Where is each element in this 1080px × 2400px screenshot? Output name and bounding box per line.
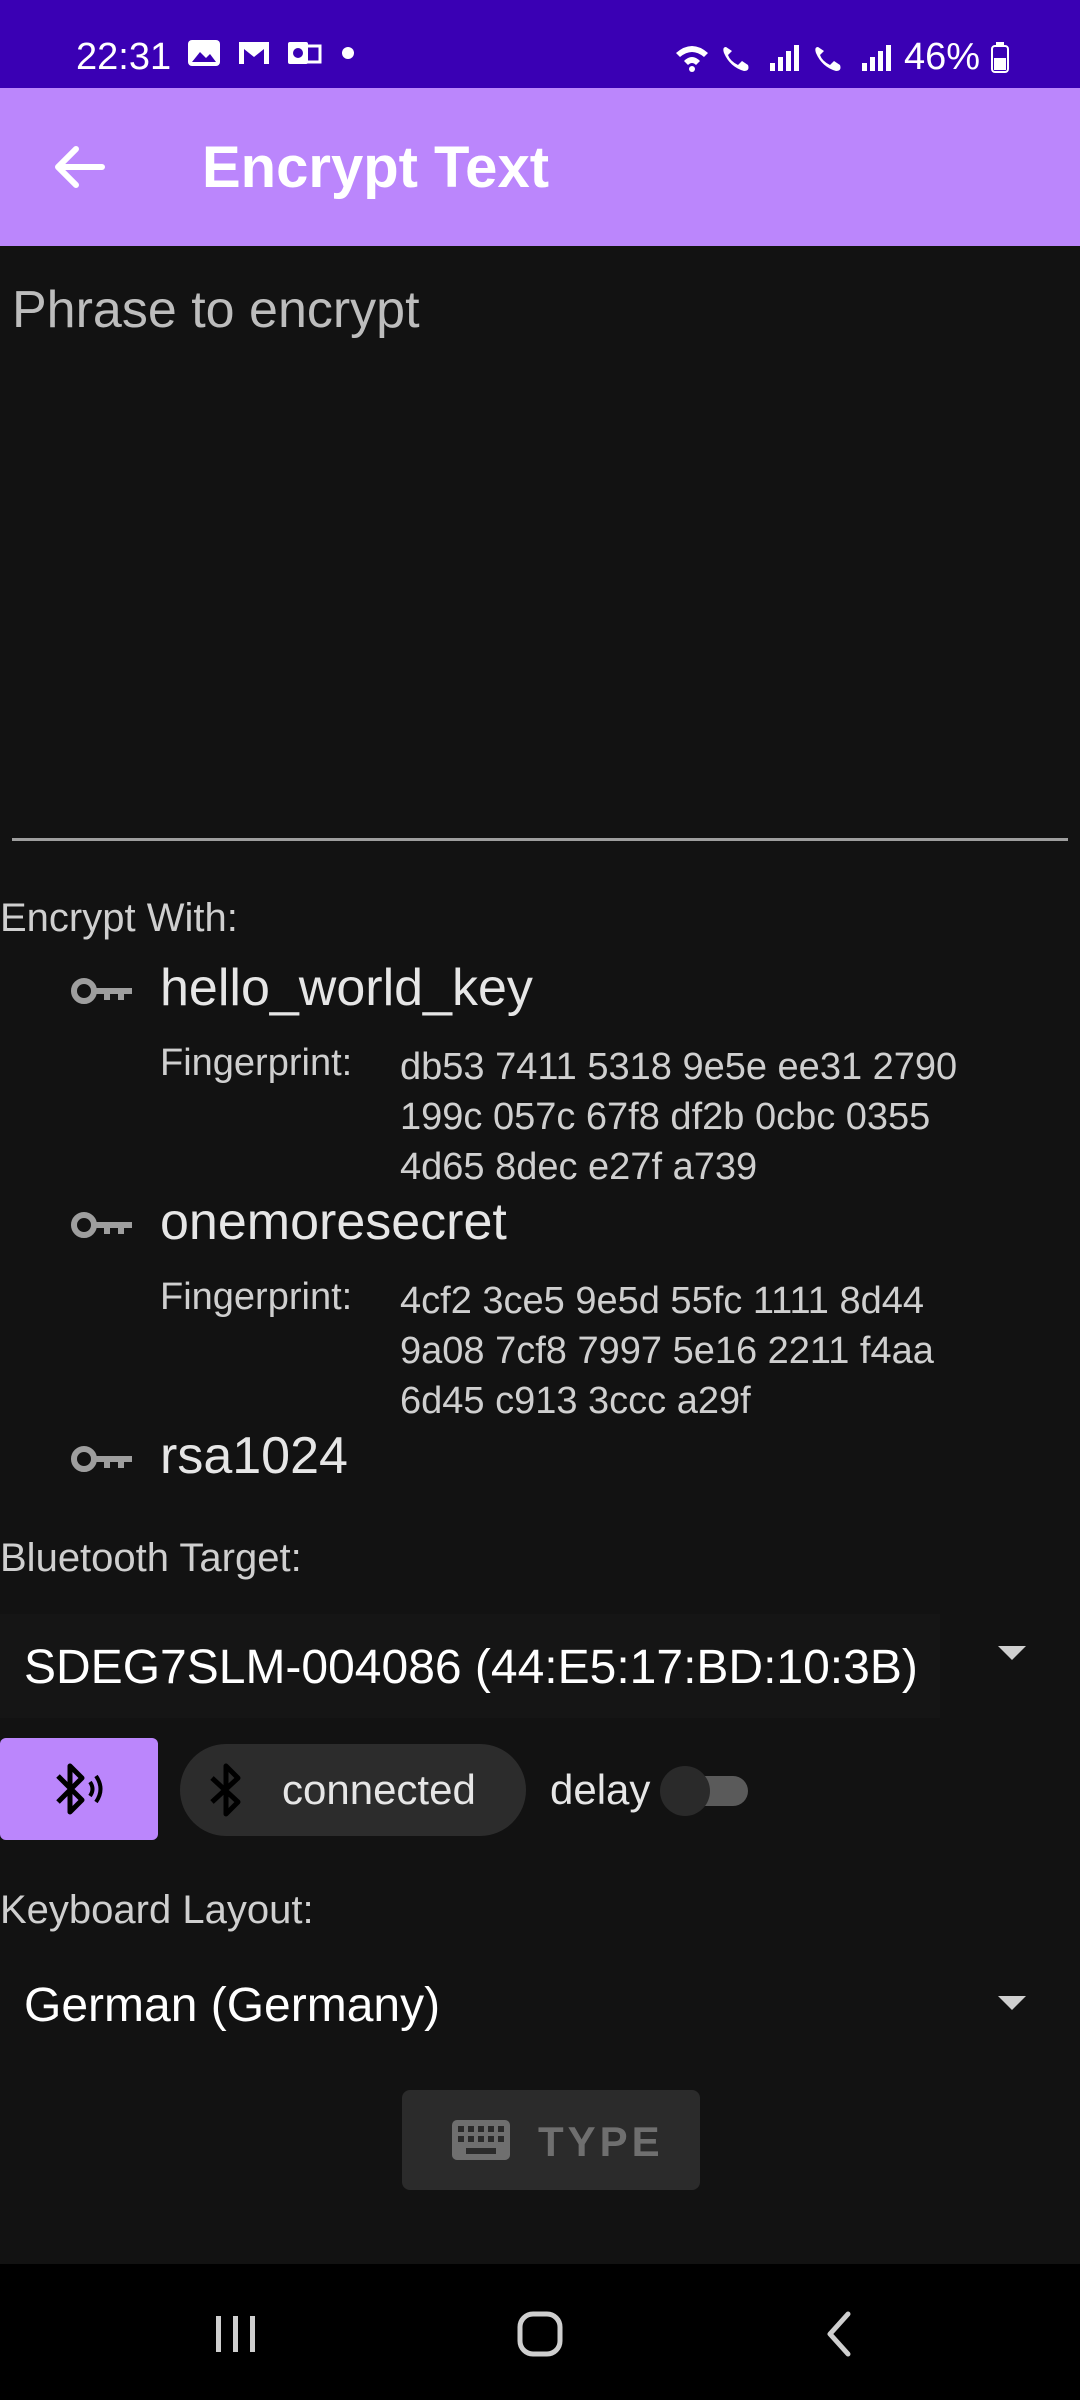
type-button[interactable]: TYPE <box>402 2090 700 2190</box>
bluetooth-searching-icon <box>56 1763 103 1815</box>
keyboard-layout-dropdown[interactable]: German (Germany) <box>0 1950 1080 2060</box>
delay-label: delay <box>550 1766 651 1813</box>
recent-apps-icon[interactable] <box>196 2304 276 2364</box>
status-time: 22:31 <box>76 36 172 78</box>
key-name: onemoresecret <box>160 1193 507 1251</box>
key-icon <box>71 1212 132 1238</box>
bluetooth-target-value: SDEG7SLM-004086 (44:E5:17:BD:10:3B) <box>24 1641 918 1694</box>
gallery-icon <box>188 40 220 66</box>
bluetooth-target-dropdown[interactable]: SDEG7SLM-004086 (44:E5:17:BD:10:3B) <box>0 1614 940 1718</box>
input-underline <box>12 838 1068 841</box>
wifi-icon <box>675 45 708 72</box>
status-bar: 22:31 46% <box>0 0 1080 88</box>
battery-icon <box>991 41 1009 73</box>
bluetooth-connect-button[interactable] <box>0 1738 158 1840</box>
phrase-input[interactable] <box>0 246 1068 836</box>
battery-percent: 46% <box>903 36 980 78</box>
fingerprint-value: db53 7411 5318 9e5e ee31 2790 199c 057c … <box>400 1046 958 1188</box>
keyboard-icon <box>452 2120 510 2160</box>
keyboard-layout-value: German (Germany) <box>24 1979 441 2032</box>
bluetooth-icon <box>210 1763 241 1817</box>
wifi-call-2-icon <box>815 46 841 71</box>
type-button-label: TYPE <box>538 2118 664 2165</box>
key-icon <box>71 1446 132 1472</box>
signal-2-icon <box>861 44 891 71</box>
back-arrow-icon[interactable] <box>44 132 114 202</box>
phrase-input-container <box>0 246 1080 842</box>
more-notifications-dot <box>342 47 354 59</box>
wifi-call-1-icon <box>723 46 749 71</box>
outlook-icon <box>288 42 322 64</box>
bluetooth-target-label: Bluetooth Target: <box>0 1536 302 1580</box>
fingerprint-label: Fingerprint: <box>160 1042 353 1084</box>
bluetooth-dropdown-arrow-icon[interactable] <box>998 1646 1026 1660</box>
encrypt-with-label: Encrypt With: <box>0 896 238 940</box>
signal-1-icon <box>769 44 799 71</box>
system-navigation-bar <box>0 2264 1080 2400</box>
system-icons: 46% <box>674 36 1010 79</box>
keyboard-dropdown-arrow-icon[interactable] <box>998 1996 1026 2010</box>
key-list[interactable]: hello_world_key Fingerprint: db53 7411 5… <box>0 940 1080 1504</box>
app-bar: Encrypt Text <box>0 88 1080 246</box>
gmail-icon <box>239 42 269 64</box>
notification-icons <box>186 38 354 68</box>
delay-switch[interactable] <box>660 1766 750 1816</box>
connection-status-chip: connected <box>180 1744 526 1836</box>
key-icon <box>71 978 132 1004</box>
home-icon[interactable] <box>500 2304 580 2364</box>
page-title: Encrypt Text <box>202 135 550 200</box>
fingerprint-value: 4cf2 3ce5 9e5d 55fc 1111 8d44 9a08 7cf8 … <box>400 1280 934 1422</box>
key-name: rsa1024 <box>160 1427 348 1485</box>
keyboard-layout-label: Keyboard Layout: <box>0 1888 314 1932</box>
key-name: hello_world_key <box>160 959 533 1017</box>
switch-thumb <box>660 1766 710 1816</box>
system-back-icon[interactable] <box>802 2304 882 2364</box>
connection-status-label: connected <box>282 1766 476 1813</box>
fingerprint-label: Fingerprint: <box>160 1276 353 1318</box>
